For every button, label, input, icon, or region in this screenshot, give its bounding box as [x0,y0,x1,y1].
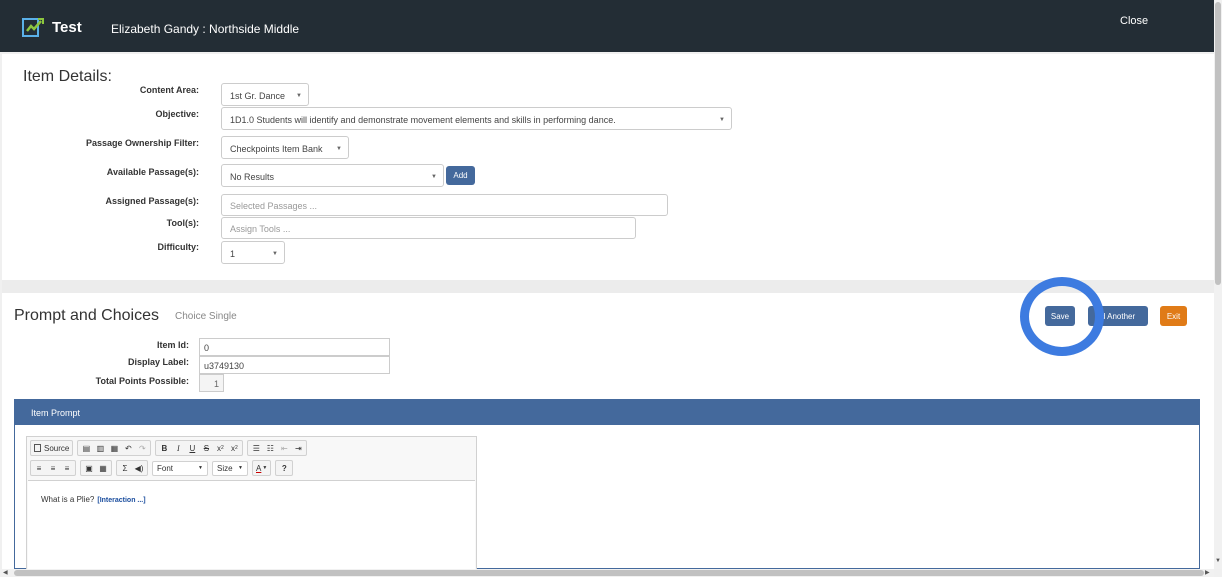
item-id-label: Item Id: [156,340,189,350]
strikethrough-icon[interactable]: S [199,440,213,456]
chevron-down-icon: ▼ [336,146,342,152]
size-select[interactable]: Size ▼ [212,460,248,476]
item-type-subtitle: Choice Single [175,311,237,322]
tools-input[interactable]: Assign Tools ... [221,217,636,239]
math-icon[interactable]: Σ [118,460,132,476]
scroll-down-icon[interactable]: ▼ [1214,558,1222,564]
scroll-right-icon[interactable]: ▶ [1205,569,1210,576]
rich-text-editor: Source ▤ ▥ ▦ ↶ ↷ B I U S x2 x2 ☰ ☷ ⇤ ⇥ ≡… [26,436,477,570]
subscript-icon[interactable]: x2 [213,440,227,456]
available-passages-select[interactable]: No Results ▼ [221,164,444,187]
image-icon[interactable]: ▣ [82,460,96,476]
difficulty-label: Difficulty: [157,242,200,252]
display-label-label: Display Label: [127,357,189,367]
close-button[interactable]: Close [1120,15,1148,27]
paste-text-icon[interactable]: ▥ [93,440,107,456]
superscript-icon[interactable]: x2 [227,440,241,456]
chevron-down-icon: ▼ [431,174,437,180]
total-points-field: 1 [199,374,224,392]
chevron-down-icon: ▼ [272,251,278,257]
app-title: Test [52,19,82,36]
highlight-ring [1020,277,1104,356]
chevron-down-icon: ▼ [238,465,243,471]
paste-word-icon[interactable]: ▦ [107,440,121,456]
editor-content-area[interactable]: What is a Plie? [Interaction ...] [28,480,475,570]
source-button[interactable]: Source [32,440,71,456]
undo-icon[interactable]: ↶ [121,440,135,456]
objective-select[interactable]: 1D1.0 Students will identify and demonst… [221,107,732,130]
add-passage-button[interactable]: Add [446,166,475,185]
underline-icon[interactable]: U [185,440,199,456]
scroll-left-icon[interactable]: ◀ [3,569,8,576]
paste-icon[interactable]: ▤ [79,440,93,456]
editor-toolbar-row-2: ≡ ≡ ≡ ▣ ▦ Σ ◀) Font ▼ Size ▼ A ▼ ? [30,460,297,476]
help-icon[interactable]: ? [277,460,291,476]
assigned-passages-label: Assigned Passage(s): [105,196,199,206]
content-area-label: Content Area: [139,85,199,95]
item-details-title: Item Details: [23,68,112,85]
difficulty-select[interactable]: 1 ▼ [221,241,285,264]
horizontal-scroll-thumb[interactable] [14,570,1204,576]
app-logo-icon [22,18,44,37]
passage-filter-label: Passage Ownership Filter: [85,138,199,148]
indent-icon[interactable]: ⇥ [291,440,305,456]
display-label-field[interactable]: u3749130 [199,356,390,374]
top-bar: Test Elizabeth Gandy : Northside Middle … [0,0,1214,52]
tools-label: Tool(s): [166,218,199,228]
source-icon [34,444,41,452]
align-right-icon[interactable]: ≡ [60,460,74,476]
item-prompt-header: Item Prompt [15,400,1199,425]
objective-label: Objective: [155,109,199,119]
bulleted-list-icon[interactable]: ☷ [263,440,277,456]
available-passages-label: Available Passage(s): [106,167,199,177]
text-color-icon[interactable]: A ▼ [254,460,269,476]
chevron-down-icon: ▼ [719,117,725,123]
outdent-icon[interactable]: ⇤ [277,440,291,456]
prompt-text: What is a Plie? [41,495,95,504]
bold-icon[interactable]: B [157,440,171,456]
interaction-placeholder[interactable]: [Interaction ...] [97,497,145,504]
user-school-label: Elizabeth Gandy : Northside Middle [111,22,300,36]
chevron-down-icon: ▼ [198,465,203,471]
redo-icon[interactable]: ↷ [135,440,149,456]
italic-icon[interactable]: I [171,440,185,456]
item-id-field[interactable]: 0 [199,338,390,356]
font-select[interactable]: Font ▼ [152,460,208,476]
numbered-list-icon[interactable]: ☰ [249,440,263,456]
vertical-scroll-thumb[interactable] [1215,2,1221,285]
total-points-label: Total Points Possible: [95,376,189,386]
audio-icon[interactable]: ◀) [132,460,146,476]
align-left-icon[interactable]: ≡ [32,460,46,476]
editor-toolbar-row-1: Source ▤ ▥ ▦ ↶ ↷ B I U S x2 x2 ☰ ☷ ⇤ ⇥ [30,440,311,456]
exit-button[interactable]: Exit [1160,306,1187,326]
chevron-down-icon: ▼ [296,93,302,99]
content-area-select[interactable]: 1st Gr. Dance ▼ [221,83,309,106]
item-details-panel: Item Details: Content Area: 1st Gr. Danc… [2,54,1214,280]
prompt-choices-title: Prompt and Choices [14,307,159,324]
passage-filter-select[interactable]: Checkpoints Item Bank ▼ [221,136,349,159]
table-icon[interactable]: ▦ [96,460,110,476]
item-prompt-box: Item Prompt Source ▤ ▥ ▦ ↶ ↷ B I U S x2 … [14,399,1200,570]
assigned-passages-input[interactable]: Selected Passages ... [221,194,668,216]
align-center-icon[interactable]: ≡ [46,460,60,476]
horizontal-scrollbar[interactable]: ◀ ▶ [0,569,1214,577]
vertical-scrollbar[interactable]: ▼ [1214,0,1222,569]
